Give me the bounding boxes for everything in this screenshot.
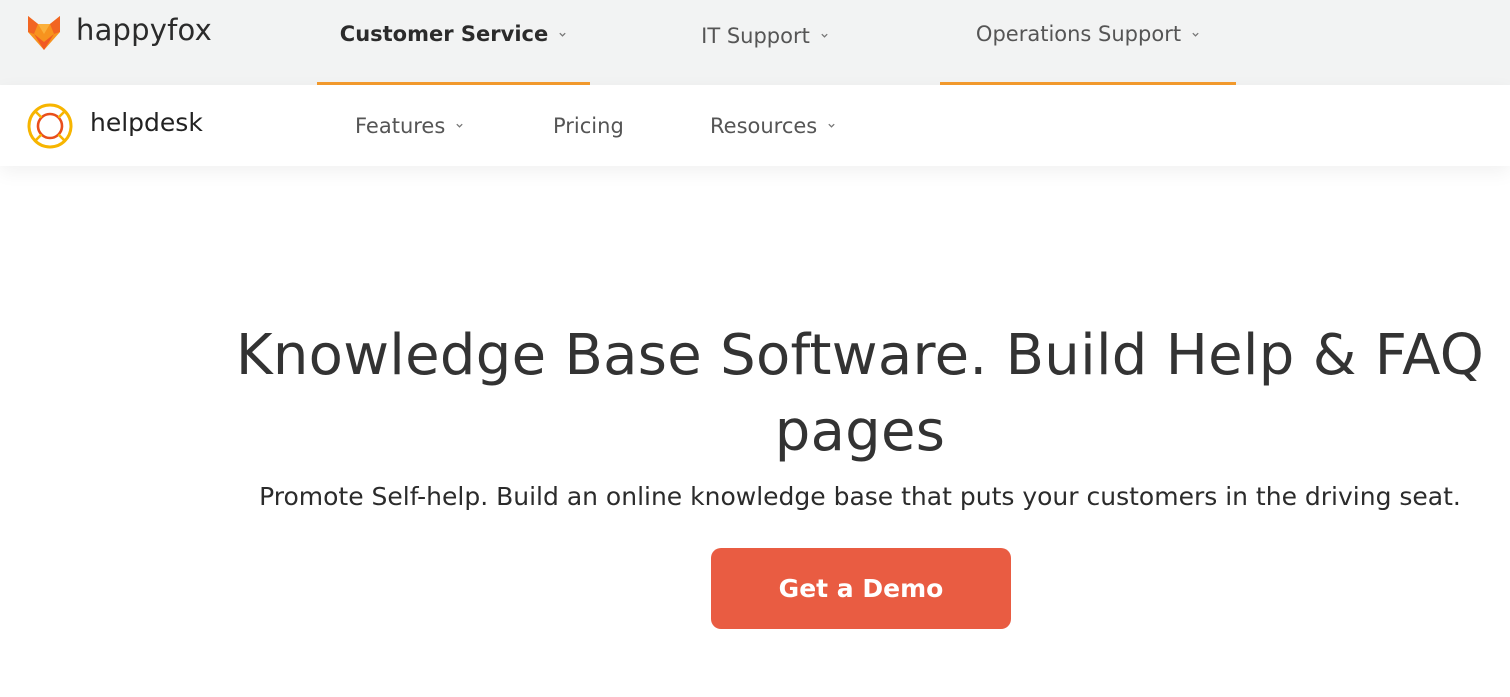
nav-label: Features bbox=[355, 113, 446, 138]
fox-logo-icon bbox=[28, 16, 60, 50]
chevron-down-icon bbox=[821, 33, 828, 38]
hero-title: Knowledge Base Software. Build Help & FA… bbox=[210, 318, 1510, 470]
tab-label: IT Support bbox=[701, 23, 810, 48]
hero-title-line-2: pages bbox=[774, 399, 946, 464]
happyfox-wordmark: happyfox bbox=[76, 13, 212, 47]
happyfox-brand[interactable]: happyfox bbox=[26, 13, 212, 53]
top-product-bar: happyfox Customer Service IT Support Ope… bbox=[0, 0, 1510, 85]
chevron-down-icon bbox=[559, 32, 566, 37]
tab-label: Customer Service bbox=[339, 22, 549, 46]
nav-features[interactable]: Features bbox=[355, 85, 464, 166]
get-demo-button[interactable]: Get a Demo bbox=[711, 548, 1011, 629]
chevron-down-icon bbox=[828, 123, 835, 128]
tab-operations-support[interactable]: Operations Support bbox=[940, 0, 1236, 85]
chevron-down-icon bbox=[456, 123, 463, 128]
hero-subtitle: Promote Self-help. Build an online knowl… bbox=[259, 482, 1461, 511]
chevron-down-icon bbox=[1192, 32, 1199, 37]
nav-resources[interactable]: Resources bbox=[710, 85, 836, 166]
tab-customer-service[interactable]: Customer Service bbox=[317, 0, 590, 85]
helpdesk-wordmark: helpdesk bbox=[90, 107, 203, 137]
helpdesk-nav: helpdesk Features Pricing Resources bbox=[0, 85, 1510, 166]
helpdesk-brand[interactable]: helpdesk bbox=[26, 103, 203, 149]
page: happyfox Customer Service IT Support Ope… bbox=[0, 0, 1510, 697]
tab-it-support[interactable]: IT Support bbox=[640, 0, 890, 85]
tab-label: Operations Support bbox=[975, 22, 1182, 46]
nav-label: Resources bbox=[710, 113, 818, 138]
hero-title-line-1: Knowledge Base Software. Build Help & FA… bbox=[235, 323, 1485, 388]
lifebuoy-logo-icon bbox=[27, 103, 73, 149]
nav-pricing[interactable]: Pricing bbox=[553, 85, 624, 166]
nav-label: Pricing bbox=[553, 113, 624, 138]
